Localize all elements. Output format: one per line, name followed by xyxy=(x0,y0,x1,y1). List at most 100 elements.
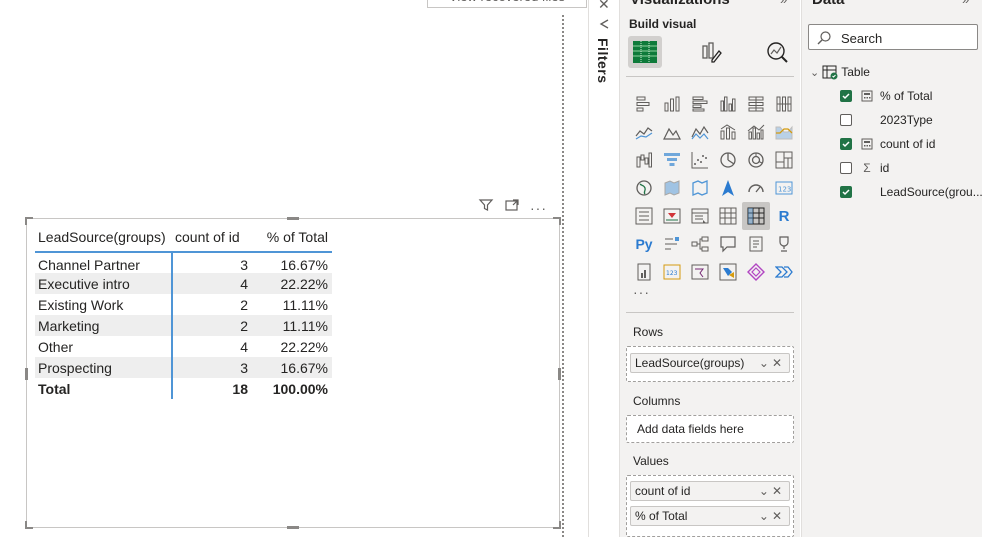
close-icon[interactable]: ✕ xyxy=(598,0,610,13)
pill-controls[interactable]: ⌄✕ xyxy=(759,482,785,500)
map-icon[interactable] xyxy=(630,174,658,202)
goals-icon[interactable] xyxy=(770,230,798,258)
page-boundary-line xyxy=(562,15,564,537)
area-chart-icon[interactable] xyxy=(658,118,686,146)
format-visual-tab-icon[interactable] xyxy=(694,36,728,68)
checkbox-checked-icon[interactable] xyxy=(840,138,852,150)
treemap-icon[interactable] xyxy=(770,146,798,174)
100-stacked-bar-chart-icon[interactable] xyxy=(742,90,770,118)
checkbox-unchecked-icon[interactable] xyxy=(840,162,852,174)
power-apps-icon[interactable] xyxy=(686,258,714,286)
matrix-icon[interactable] xyxy=(742,202,770,230)
resize-corner[interactable] xyxy=(553,217,561,225)
values-field-pill[interactable]: % of Total ⌄✕ xyxy=(630,506,790,526)
field-item[interactable]: count of id xyxy=(840,137,935,151)
r-visual-icon[interactable]: R xyxy=(770,202,798,230)
scorecard-icon[interactable]: 123 xyxy=(658,258,686,286)
more-options-icon[interactable]: ··· xyxy=(530,200,547,216)
smart-narrative-icon[interactable] xyxy=(742,230,770,258)
focus-mode-icon[interactable] xyxy=(504,197,520,218)
checkbox-checked-icon[interactable] xyxy=(840,186,852,198)
values-field-pill[interactable]: count of id ⌄✕ xyxy=(630,481,790,501)
azure-map-icon[interactable] xyxy=(714,174,742,202)
table-row[interactable]: Other 4 22.22% xyxy=(35,336,332,357)
search-input[interactable]: Search xyxy=(808,24,978,50)
ribbon-chart-icon[interactable] xyxy=(770,118,798,146)
field-item[interactable]: Σ id xyxy=(840,161,889,175)
power-apps-visual-icon[interactable] xyxy=(742,258,770,286)
column-header[interactable]: LeadSource(groups) xyxy=(35,223,172,253)
paginated-report-icon[interactable] xyxy=(630,258,658,286)
qa-visual-icon[interactable] xyxy=(714,230,742,258)
field-item[interactable]: 2023Type xyxy=(840,113,933,127)
card-icon[interactable]: 123 xyxy=(770,174,798,202)
python-visual-icon[interactable]: Py xyxy=(630,230,658,258)
donut-chart-icon[interactable] xyxy=(742,146,770,174)
filled-map-icon[interactable] xyxy=(658,174,686,202)
resize-handle[interactable] xyxy=(287,217,299,220)
more-visuals-button[interactable]: ··· xyxy=(633,284,650,300)
table-row[interactable]: Channel Partner 3 16.67% xyxy=(35,252,332,273)
build-visual-tab-icon[interactable] xyxy=(628,36,662,68)
stacked-area-chart-icon[interactable] xyxy=(686,118,714,146)
power-automate-icon[interactable] xyxy=(714,258,742,286)
key-influencers-icon[interactable] xyxy=(658,230,686,258)
funnel-icon[interactable] xyxy=(658,146,686,174)
field-item[interactable]: LeadSource(grou... xyxy=(840,185,982,199)
waterfall-chart-icon[interactable] xyxy=(630,146,658,174)
report-canvas[interactable]: View recovered files ··· LeadSource(grou… xyxy=(0,0,588,537)
filters-label[interactable]: Filters xyxy=(595,38,611,84)
filter-icon[interactable] xyxy=(478,197,494,218)
calculator-icon xyxy=(860,89,874,103)
filters-pane[interactable]: ✕ Filters xyxy=(589,0,619,537)
gauge-icon[interactable] xyxy=(742,174,770,202)
collapse-chevron-icon[interactable]: » xyxy=(962,0,969,7)
resize-handle[interactable] xyxy=(287,526,299,529)
view-recovered-files-button[interactable]: View recovered files xyxy=(427,0,587,8)
column-header[interactable]: % of Total xyxy=(252,223,332,253)
scatter-chart-icon[interactable] xyxy=(686,146,714,174)
line-stacked-column-chart-icon[interactable] xyxy=(714,118,742,146)
stacked-bar-chart-icon[interactable] xyxy=(630,90,658,118)
stacked-column-chart-icon[interactable] xyxy=(658,90,686,118)
table-visual[interactable]: LeadSource(groups) count of id % of Tota… xyxy=(25,217,561,529)
values-well[interactable]: count of id ⌄✕ % of Total ⌄✕ xyxy=(626,475,794,537)
multi-row-card-icon[interactable] xyxy=(630,202,658,230)
table-row[interactable]: Existing Work 2 11.11% xyxy=(35,294,332,315)
columns-well[interactable]: Add data fields here xyxy=(626,415,794,443)
resize-corner[interactable] xyxy=(25,217,33,225)
table-node[interactable]: ⌄ Table xyxy=(810,64,870,80)
table-row[interactable]: Executive intro 4 22.22% xyxy=(35,273,332,294)
field-item[interactable]: % of Total xyxy=(840,89,932,103)
table-icon[interactable] xyxy=(714,202,742,230)
checkbox-checked-icon[interactable] xyxy=(840,90,852,102)
table-row[interactable]: Prospecting 3 16.67% xyxy=(35,357,332,378)
line-chart-icon[interactable] xyxy=(630,118,658,146)
power-automate-visual-icon[interactable] xyxy=(770,258,798,286)
decomposition-tree-icon[interactable] xyxy=(686,230,714,258)
kpi-icon[interactable] xyxy=(658,202,686,230)
resize-corner[interactable] xyxy=(553,521,561,529)
line-clustered-column-chart-icon[interactable] xyxy=(742,118,770,146)
100-stacked-column-chart-icon[interactable] xyxy=(770,90,798,118)
chevron-down-icon[interactable]: ⌄ xyxy=(810,66,819,79)
shape-map-icon[interactable] xyxy=(686,174,714,202)
collapse-chevron-icon[interactable]: » xyxy=(780,0,787,7)
resize-corner[interactable] xyxy=(25,521,33,529)
analytics-tab-icon[interactable] xyxy=(760,36,794,68)
checkbox-unchecked-icon[interactable] xyxy=(840,114,852,126)
rows-well[interactable]: LeadSource(groups) ⌄✕ xyxy=(626,346,794,382)
resize-handle[interactable] xyxy=(558,368,561,380)
clustered-column-chart-icon[interactable] xyxy=(714,90,742,118)
slicer-icon[interactable] xyxy=(686,202,714,230)
column-header[interactable]: count of id xyxy=(172,223,252,253)
total-row[interactable]: Total 18 100.00% xyxy=(35,378,332,399)
total-label: Total xyxy=(35,378,173,399)
rows-field-pill[interactable]: LeadSource(groups) ⌄✕ xyxy=(630,353,790,373)
pie-chart-icon[interactable] xyxy=(714,146,742,174)
pill-controls[interactable]: ⌄✕ xyxy=(759,354,785,372)
resize-handle[interactable] xyxy=(25,368,28,380)
table-row[interactable]: Marketing 2 11.11% xyxy=(35,315,332,336)
clustered-bar-chart-icon[interactable] xyxy=(686,90,714,118)
pill-controls[interactable]: ⌄✕ xyxy=(759,507,785,525)
